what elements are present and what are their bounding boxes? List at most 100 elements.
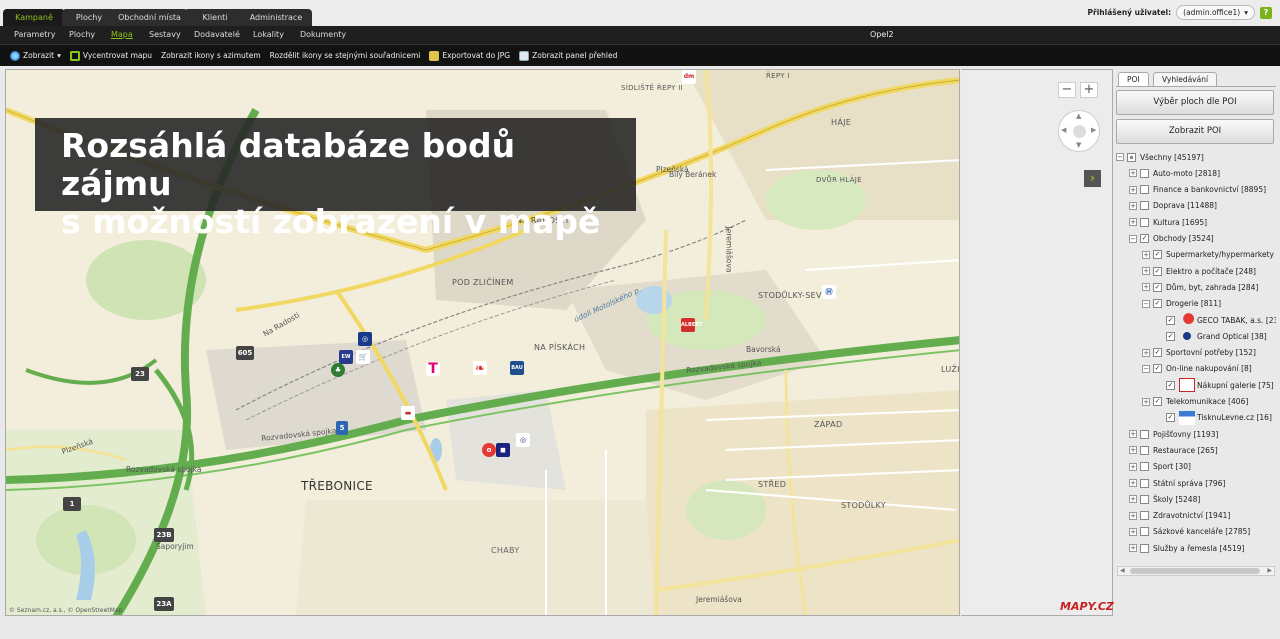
collapse-icon[interactable]: −	[1129, 234, 1137, 243]
tree-checkbox[interactable]	[1140, 445, 1149, 455]
tree-item[interactable]: − ✓ Drogerie [811]	[1142, 297, 1221, 311]
tree-checkbox[interactable]	[1140, 478, 1149, 488]
tree-item[interactable]: + Restaurace [265]	[1129, 443, 1218, 457]
expand-icon[interactable]: +	[1142, 397, 1150, 406]
expand-icon[interactable]: +	[1129, 462, 1137, 471]
tab-obchodni-mista[interactable]: Obchodní místa	[111, 9, 188, 26]
tree-item[interactable]: − ✓ Obchody [3524]	[1129, 232, 1214, 246]
pan-control[interactable]: ▲ ▼ ◀ ▶	[1058, 110, 1100, 152]
expand-icon[interactable]: +	[1142, 250, 1150, 259]
tree-item[interactable]: ✓ Grand Optical [38]	[1155, 329, 1267, 344]
expand-icon[interactable]: +	[1129, 185, 1137, 194]
zoom-in-button[interactable]: +	[1080, 82, 1098, 98]
expand-icon[interactable]: +	[1129, 479, 1137, 487]
poi-metro-icon[interactable]: Ⓜ	[822, 285, 836, 299]
tree-item[interactable]: − ✓ On-line nakupování [8]	[1142, 362, 1252, 376]
submenu-mapa[interactable]: Mapa	[111, 26, 133, 44]
poi-tree-icon[interactable]: ♣	[331, 363, 345, 377]
submenu-lokality[interactable]: Lokality	[253, 26, 284, 44]
tree-item[interactable]: ✓ TisknuLevne.cz [16]	[1155, 410, 1272, 425]
tree-horizontal-scrollbar[interactable]: ◀ ▶	[1117, 566, 1275, 576]
tree-checkbox[interactable]: ✓	[1166, 315, 1175, 325]
tree-item[interactable]: ✓ Nákupní galerie [75]	[1155, 378, 1274, 393]
tree-item[interactable]: + ✓ Elektro a počítače [248]	[1142, 264, 1256, 278]
tree-checkbox[interactable]: ✓	[1153, 299, 1162, 309]
arrow-up-icon[interactable]: ▲	[1076, 112, 1081, 120]
arrow-down-icon[interactable]: ▼	[1076, 141, 1081, 149]
tree-item[interactable]: + ✓ Dům, byt, zahrada [284]	[1142, 280, 1258, 294]
collapse-icon[interactable]: −	[1116, 153, 1124, 161]
expand-icon[interactable]: +	[1129, 511, 1137, 520]
expand-icon[interactable]: +	[1142, 283, 1150, 292]
overview-panel-button[interactable]: Zobrazit panel přehled	[519, 50, 617, 61]
tree-checkbox[interactable]	[1140, 185, 1149, 195]
tree-item[interactable]: + Doprava [11488]	[1129, 199, 1217, 213]
submenu-parametry[interactable]: Parametry	[14, 26, 55, 44]
tree-checkbox[interactable]: ✓	[1140, 234, 1149, 243]
expand-icon[interactable]: +	[1142, 348, 1150, 357]
scroll-right-icon[interactable]: ▶	[1267, 567, 1272, 574]
tree-item[interactable]: + Zdravotnictví [1941]	[1129, 509, 1230, 523]
scroll-left-icon[interactable]: ◀	[1120, 567, 1125, 574]
expand-icon[interactable]: +	[1129, 201, 1137, 210]
poi-telekom-icon[interactable]: T	[426, 362, 440, 376]
tree-checkbox[interactable]: ✓	[1166, 413, 1175, 423]
pan-center[interactable]	[1073, 125, 1086, 138]
tree-checkbox[interactable]: ✓	[1166, 331, 1175, 341]
expand-icon[interactable]: +	[1142, 267, 1150, 276]
tree-item[interactable]: ✓ GECO TABAK, a.s. [231]	[1155, 313, 1276, 327]
show-dropdown[interactable]: Zobrazit ▾	[10, 50, 61, 61]
tree-checkbox[interactable]	[1140, 201, 1149, 211]
tree-checkbox[interactable]	[1140, 429, 1149, 439]
tree-item[interactable]: + Státní správa [796]	[1129, 476, 1225, 490]
tab-plochy[interactable]: Plochy	[62, 9, 116, 26]
poi-cart-icon[interactable]: 🛒	[356, 350, 370, 364]
tree-item[interactable]: − Všechny [45197]	[1116, 150, 1204, 164]
poi-baumarkt-icon[interactable]: BAU	[510, 361, 524, 375]
tree-item[interactable]: + Sport [30]	[1129, 460, 1191, 474]
submenu-sestavy[interactable]: Sestavy	[149, 26, 181, 44]
expand-icon[interactable]: +	[1129, 430, 1137, 439]
poi-vodafone-icon[interactable]: o	[482, 443, 496, 457]
expand-icon[interactable]: +	[1129, 527, 1137, 536]
tree-checkbox[interactable]: ✓	[1153, 348, 1162, 358]
tree-item[interactable]: + Kultura [1695]	[1129, 215, 1207, 229]
expand-icon[interactable]: +	[1129, 169, 1137, 178]
tree-checkbox[interactable]	[1140, 527, 1149, 537]
arrow-right-icon[interactable]: ▶	[1091, 126, 1096, 134]
tree-item[interactable]: + Auto-moto [2818]	[1129, 166, 1220, 180]
tree-checkbox[interactable]	[1140, 462, 1149, 472]
tree-checkbox[interactable]	[1140, 168, 1149, 178]
poi-optical-icon-2[interactable]: ◎	[516, 433, 530, 447]
expand-panel-button[interactable]: ›	[1084, 170, 1101, 187]
submenu-dokumenty[interactable]: Dokumenty	[300, 26, 346, 44]
tree-item[interactable]: + Školy [5248]	[1129, 492, 1200, 506]
tree-item[interactable]: + Pojišťovny [1193]	[1129, 427, 1218, 441]
tab-kampane[interactable]: Kampaně	[3, 9, 65, 26]
azimuth-button[interactable]: Zobrazit ikony s azimutem	[161, 51, 261, 60]
poi-shop-icon[interactable]: ◼	[496, 443, 510, 457]
expand-icon[interactable]: +	[1129, 544, 1137, 553]
tree-checkbox[interactable]	[1127, 152, 1136, 162]
poi-penny-icon[interactable]: ALBERT	[681, 318, 702, 332]
tree-item[interactable]: + Sázkové kanceláře [2785]	[1129, 525, 1250, 539]
user-select[interactable]: (admin.office1) ▾	[1176, 5, 1255, 20]
tree-checkbox[interactable]	[1140, 217, 1149, 227]
tree-checkbox[interactable]: ✓	[1153, 266, 1162, 276]
tree-item[interactable]: + ✓ Sportovní potřeby [152]	[1142, 346, 1256, 360]
tree-item[interactable]: + ✓ Supermarkety/hypermarkety [	[1142, 248, 1276, 262]
poi-electro-icon[interactable]: EW	[339, 350, 353, 364]
poi-tisknu-icon[interactable]: ▬	[401, 406, 415, 420]
poi-dm-icon[interactable]: dm	[682, 70, 696, 84]
submenu-dodavatele[interactable]: Dodavatelé	[194, 26, 240, 44]
map-copyright[interactable]: © Seznam.cz, a.s., © OpenStreetMap	[9, 607, 122, 614]
scroll-thumb[interactable]	[1130, 568, 1260, 574]
export-jpg-button[interactable]: Exportovat do JPG	[429, 50, 510, 61]
collapse-icon[interactable]: −	[1142, 299, 1150, 308]
collapse-icon[interactable]: −	[1142, 364, 1150, 373]
tab-klienti[interactable]: Klienti	[184, 9, 246, 26]
split-icons-button[interactable]: Rozdělit ikony se stejnými souřadnicemi	[270, 51, 421, 60]
tree-checkbox[interactable]: ✓	[1166, 380, 1175, 390]
tree-item[interactable]: + Služby a řemesla [4519]	[1129, 541, 1244, 555]
zoom-out-button[interactable]: −	[1058, 82, 1076, 98]
